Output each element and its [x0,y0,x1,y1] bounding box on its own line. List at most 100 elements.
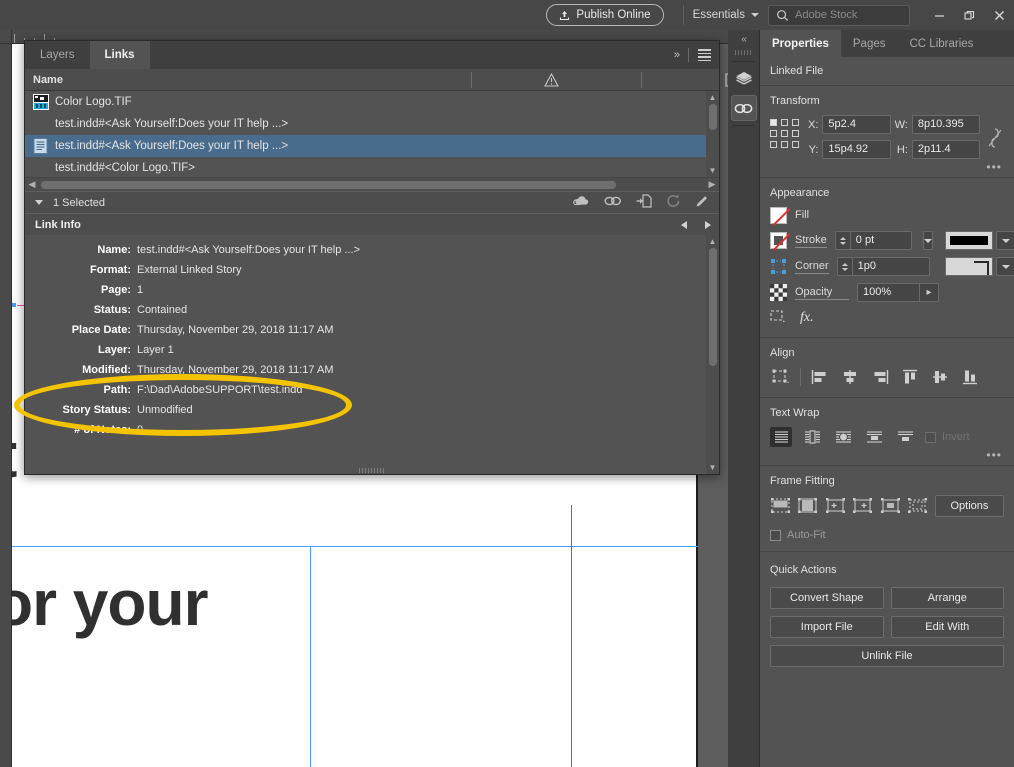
collapse-panel-icon[interactable]: » [674,49,680,61]
links-panel[interactable]: Layers Links » Name Color Logo.TIF test.… [24,40,737,475]
reference-point-proxy[interactable] [770,119,800,149]
warning-triangle-icon[interactable] [544,72,559,90]
stroke-label[interactable]: Stroke [795,234,827,248]
scroll-right-icon[interactable]: ▶ [705,179,719,190]
opacity-input[interactable]: 100% [857,283,919,302]
wrap-around-bounding-box-icon[interactable] [801,427,823,447]
next-link-icon[interactable] [705,220,711,229]
fit-content-to-frame-icon[interactable] [852,496,873,516]
relink-icon[interactable] [604,195,622,210]
links-icon[interactable] [730,95,757,121]
align-right-edges-icon[interactable] [869,367,891,387]
text-wrap-more-options[interactable]: ••• [986,449,1002,461]
no-text-wrap-icon[interactable] [770,427,792,447]
corner-options-icon[interactable] [770,258,787,275]
corner-shape-swatch[interactable] [944,257,993,276]
align-vertical-centers-icon[interactable] [929,367,951,387]
align-to-selection-icon[interactable] [770,367,792,387]
jump-object-icon[interactable] [863,427,885,447]
stroke-weight-dropdown[interactable] [922,231,933,250]
scroll-down-icon[interactable]: ▼ [709,461,717,474]
import-file-button[interactable]: Import File [770,616,884,638]
stroke-color-swatch[interactable] [944,231,993,250]
restore-button[interactable] [954,0,984,30]
height-input[interactable]: 2p11.4 [911,140,980,159]
workspace-switcher[interactable]: Essentials [693,9,759,21]
fit-frame-to-content-icon[interactable] [825,496,845,516]
list-item[interactable]: test.indd#<Color Logo.TIF> [25,157,719,177]
publish-online-button[interactable]: Publish Online [546,4,664,26]
cloud-relink-icon[interactable] [572,194,590,211]
fit-content-proportionally-icon[interactable] [797,496,818,516]
stroke-weight-stepper[interactable]: 0 pt [834,231,912,250]
list-item[interactable]: test.indd#<Ask Yourself:Does your IT hel… [25,113,719,135]
object-effects-icon[interactable] [770,309,786,327]
scroll-down-icon[interactable]: ▼ [709,164,717,177]
align-left-edges-icon[interactable] [809,367,831,387]
tab-properties[interactable]: Properties [760,30,841,57]
frame-fitting-options-button[interactable]: Options [934,495,1004,517]
panel-resize-gripper[interactable] [359,468,385,473]
scroll-up-icon[interactable]: ▲ [709,235,717,248]
list-item[interactable]: Color Logo.TIF [25,91,719,113]
fill-frame-proportionally-icon[interactable] [770,496,790,516]
scroll-up-icon[interactable]: ▲ [709,91,717,104]
opacity-label[interactable]: Opacity [795,286,849,300]
opacity-control[interactable]: 100% ▸ [857,283,939,302]
stroke-style-dropdown[interactable] [995,231,1014,250]
tab-pages[interactable]: Pages [841,30,898,57]
document-text-fragment-2[interactable]: or your [0,566,208,640]
disclosure-triangle-icon[interactable] [35,200,43,205]
ruler-origin-corner[interactable] [0,30,12,44]
x-input[interactable]: 5p2.4 [822,115,891,134]
fx-icon[interactable]: fx. [800,310,814,326]
wrap-around-object-shape-icon[interactable] [832,427,854,447]
vertical-ruler[interactable] [0,44,12,767]
center-content-icon[interactable] [880,496,900,516]
links-horizontal-scrollbar[interactable]: ◀ ▶ [25,177,719,191]
y-input[interactable]: 15p4.92 [822,140,891,159]
tab-links[interactable]: Links [89,41,150,69]
layers-icon[interactable] [731,66,757,92]
corner-shape-dropdown[interactable] [995,257,1014,276]
convert-shape-button[interactable]: Convert Shape [770,587,884,609]
properties-panel[interactable]: Properties Pages CC Libraries Linked Fil… [760,30,1014,767]
jump-to-next-column-icon[interactable] [894,427,916,447]
opacity-flyout-icon[interactable]: ▸ [919,283,939,302]
scroll-left-icon[interactable]: ◀ [25,179,39,190]
fill-swatch[interactable] [770,207,787,224]
stroke-weight-input[interactable]: 0 pt [849,231,912,250]
corner-size-stepper[interactable]: 1p0 [836,257,930,276]
unlink-file-button[interactable]: Unlink File [770,645,1004,667]
broken-chain-icon[interactable] [988,127,1004,152]
goto-link-icon[interactable] [636,194,652,211]
corner-size-input[interactable]: 1p0 [851,257,930,276]
close-button[interactable] [984,0,1014,30]
arrange-button[interactable]: Arrange [890,587,1004,609]
transform-more-options[interactable]: ••• [986,161,1002,173]
links-list-scrollbar[interactable]: ▲ ▼ [706,91,719,177]
corner-label[interactable]: Corner [795,260,829,274]
adobe-stock-search[interactable]: Adobe Stock [768,4,910,26]
width-input[interactable]: 8p10.395 [911,115,980,134]
clear-frame-fitting-icon[interactable] [907,496,928,516]
links-list-scroll-thumb[interactable] [708,104,717,130]
align-top-edges-icon[interactable] [899,367,921,387]
dock-grip[interactable] [734,50,753,55]
list-item-selected[interactable]: test.indd#<Ask Yourself:Does your IT hel… [25,135,719,157]
align-bottom-edges-icon[interactable] [959,367,981,387]
column-header-name[interactable]: Name [25,74,63,86]
expand-panels-icon[interactable]: « [728,30,759,48]
links-list[interactable]: Color Logo.TIF test.indd#<Ask Yourself:D… [25,91,719,177]
align-horizontal-centers-icon[interactable] [839,367,861,387]
tab-layers[interactable]: Layers [25,41,90,69]
links-hscroll-thumb[interactable] [41,181,616,189]
stroke-swatch[interactable] [770,232,787,249]
minimize-button[interactable] [924,0,954,30]
edit-original-icon[interactable] [695,194,709,211]
link-info-scroll-thumb[interactable] [708,248,717,366]
panel-menu-icon[interactable] [698,49,711,61]
edit-with-button[interactable]: Edit With [890,616,1004,638]
previous-link-icon[interactable] [681,220,687,229]
tab-cc-libraries[interactable]: CC Libraries [898,30,986,57]
